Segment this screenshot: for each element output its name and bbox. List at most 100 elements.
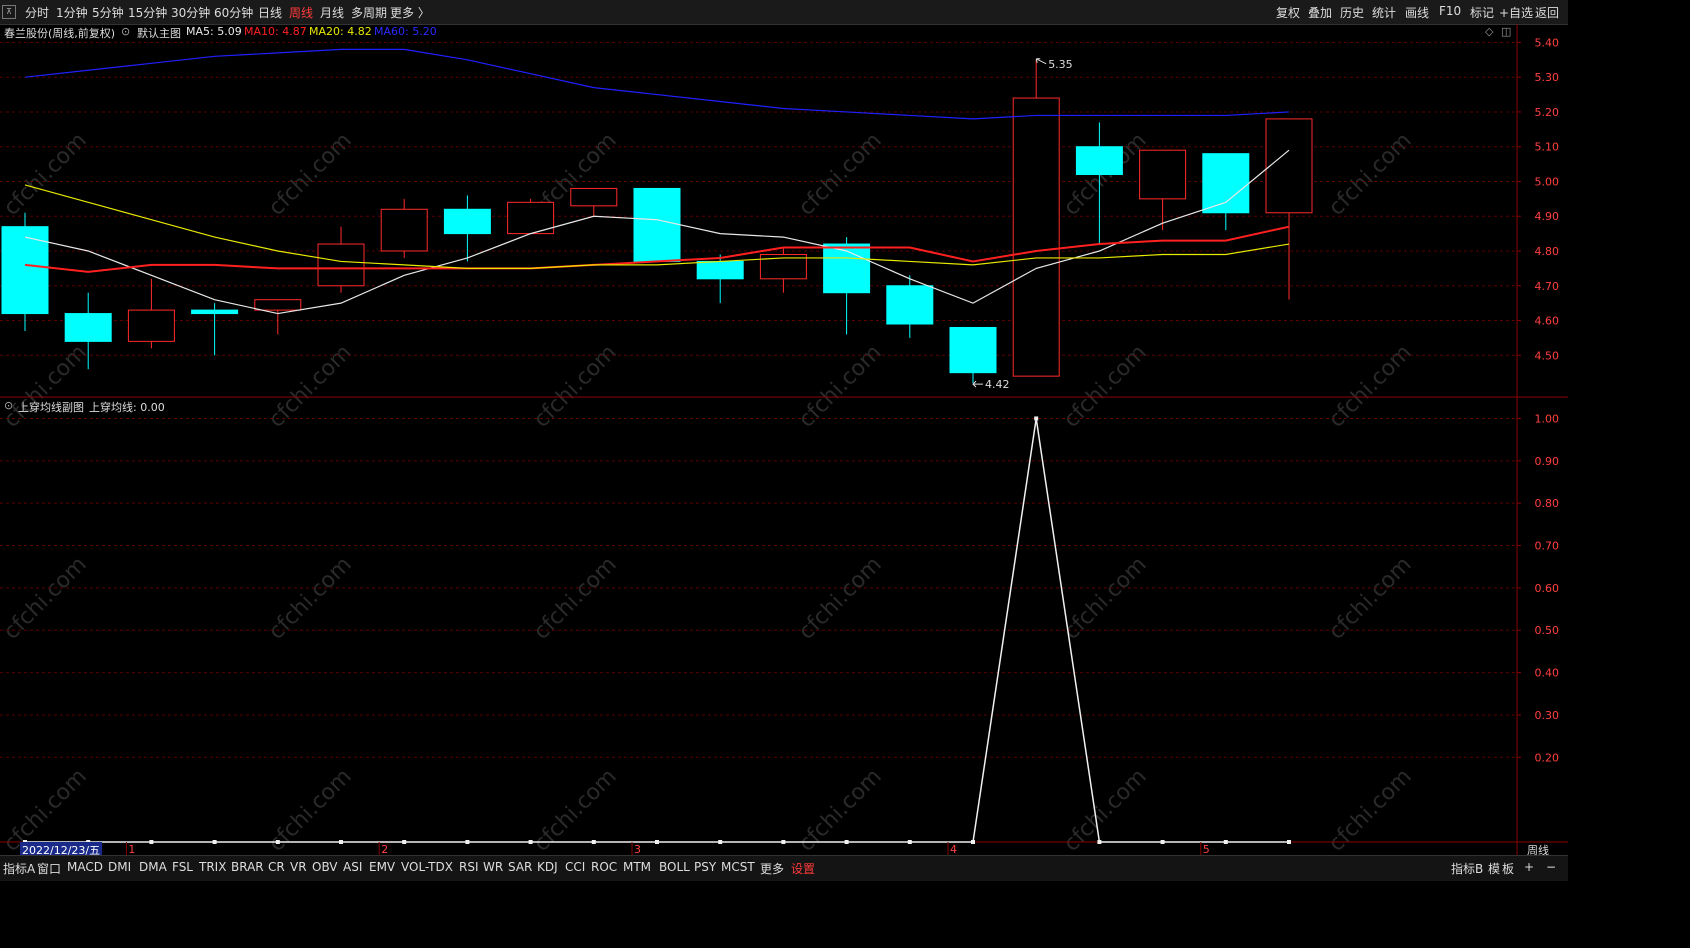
indicator-point bbox=[591, 840, 596, 844]
indicator-tab-0[interactable]: 指标A bbox=[3, 860, 35, 877]
indicator-tab-6[interactable]: TRIX bbox=[199, 860, 226, 874]
indicator-point bbox=[149, 840, 154, 844]
indicator-tick-label: 0.30 bbox=[1535, 709, 1560, 722]
indicator-point bbox=[1160, 840, 1165, 844]
indicator-tab-9[interactable]: VR bbox=[290, 860, 307, 874]
period-tab-10[interactable]: 更多 〉 bbox=[390, 4, 430, 21]
indicator-point bbox=[718, 840, 723, 844]
indicator-tab-14[interactable]: RSI bbox=[459, 860, 479, 874]
price-tick-label: 4.60 bbox=[1535, 315, 1560, 328]
indicator-tick-label: 0.60 bbox=[1535, 582, 1560, 595]
indicator-tab-12[interactable]: EMV bbox=[369, 860, 395, 874]
candle-body bbox=[949, 326, 997, 374]
candle-body bbox=[254, 299, 302, 311]
candle-body bbox=[1139, 149, 1187, 200]
indicator-tab-25[interactable]: 设置 bbox=[791, 860, 815, 877]
indicator-tab-7[interactable]: BRAR bbox=[231, 860, 264, 874]
indicator-point bbox=[275, 840, 280, 844]
indicator-tick-label: 0.70 bbox=[1535, 540, 1560, 553]
low-marker-label: 4.42 bbox=[985, 378, 1010, 391]
indicator-point bbox=[655, 840, 659, 844]
indicator-tab-16[interactable]: SAR bbox=[508, 860, 532, 874]
indicator-tab-1[interactable]: 窗口 bbox=[37, 860, 61, 877]
chart-area: cfchi.com cfchi.com cfchi.com cfchi.com cfch… bbox=[0, 24, 1568, 855]
indicator-tab-11[interactable]: ASI bbox=[343, 860, 362, 874]
indicator-tab-22[interactable]: PSY bbox=[694, 860, 716, 874]
indicator-tab-2[interactable]: MACD bbox=[67, 860, 103, 874]
period-tab-1[interactable]: 1分钟 bbox=[56, 4, 88, 21]
candle-body bbox=[1012, 97, 1060, 377]
indicator-tab-15[interactable]: WR bbox=[483, 860, 503, 874]
period-tab-9[interactable]: 多周期 bbox=[351, 4, 387, 21]
ma10-value: MA10: 4.87 bbox=[244, 25, 307, 38]
bottom-right-control-3[interactable]: + bbox=[1524, 860, 1534, 874]
watermark-text: cfchi.com bbox=[794, 552, 887, 645]
indicator-point bbox=[212, 840, 217, 844]
panel-toggle-icon[interactable]: ◫ bbox=[1501, 25, 1511, 38]
toolbar-button-5[interactable]: F10 bbox=[1439, 4, 1461, 18]
period-tab-4[interactable]: 30分钟 bbox=[171, 4, 210, 21]
indicator-tab-8[interactable]: CR bbox=[268, 860, 285, 874]
price-tick-label: 5.40 bbox=[1535, 36, 1560, 49]
toolbar-button-8[interactable]: 返回 bbox=[1535, 4, 1559, 21]
ma60-value: MA60: 5.20 bbox=[374, 25, 437, 38]
price-tick-label: 4.50 bbox=[1535, 349, 1560, 362]
indicator-tab-4[interactable]: DMA bbox=[139, 860, 167, 874]
toolbar-button-0[interactable]: 复权 bbox=[1276, 4, 1300, 21]
bottom-right-control-2[interactable]: 板 bbox=[1502, 860, 1514, 877]
subchart-settings-icon[interactable]: ⊙ bbox=[4, 399, 13, 412]
ma5-value: MA5: 5.09 bbox=[186, 25, 242, 38]
diamond-icon[interactable]: ◇ bbox=[1485, 25, 1493, 38]
price-tick-label: 4.90 bbox=[1535, 210, 1560, 223]
toolbar-button-2[interactable]: 历史 bbox=[1340, 4, 1364, 21]
period-tab-2[interactable]: 5分钟 bbox=[92, 4, 124, 21]
indicator-point bbox=[907, 840, 912, 844]
indicator-point bbox=[1287, 840, 1291, 844]
indicator-tab-20[interactable]: MTM bbox=[623, 860, 651, 874]
indicator-tab-19[interactable]: ROC bbox=[591, 860, 617, 874]
high-marker-label: 5.35 bbox=[1048, 58, 1073, 71]
indicator-tab-3[interactable]: DMI bbox=[108, 860, 131, 874]
indicator-tab-21[interactable]: BOLL bbox=[659, 860, 690, 874]
price-tick-label: 5.10 bbox=[1535, 141, 1560, 154]
indicator-tab-13[interactable]: VOL-TDX bbox=[401, 860, 453, 874]
subchart-value: 上穿均线: 0.00 bbox=[89, 401, 165, 414]
watermark-text: cfchi.com bbox=[794, 128, 887, 221]
time-axis-label: 3 bbox=[634, 843, 641, 855]
candle-body bbox=[380, 208, 428, 252]
candle-body bbox=[127, 309, 175, 342]
period-tab-6[interactable]: 日线 bbox=[258, 4, 282, 21]
period-tab-3[interactable]: 15分钟 bbox=[128, 4, 167, 21]
toolbar-button-6[interactable]: 标记 bbox=[1470, 4, 1494, 21]
indicator-tab-23[interactable]: MCST bbox=[721, 860, 755, 874]
candle-body bbox=[1265, 118, 1313, 214]
watermark-text: cfchi.com bbox=[1059, 552, 1152, 645]
indicator-point bbox=[1097, 840, 1102, 844]
settings-icon[interactable]: ⊙ bbox=[121, 25, 130, 38]
subchart-title: 上穿均线副图 bbox=[18, 401, 84, 414]
period-tab-0[interactable]: 分时 bbox=[25, 4, 49, 21]
price-tick-label: 4.80 bbox=[1535, 245, 1560, 258]
indicator-point bbox=[1223, 840, 1228, 844]
bottom-right-control-1[interactable]: 模 bbox=[1488, 860, 1500, 877]
bottom-right-control-4[interactable]: − bbox=[1546, 860, 1556, 874]
indicator-point bbox=[528, 840, 533, 844]
period-tab-8[interactable]: 月线 bbox=[320, 4, 344, 21]
toolbar-button-1[interactable]: 叠加 bbox=[1308, 4, 1332, 21]
window-menu-icon[interactable]: ⊼ bbox=[2, 5, 16, 19]
indicator-tab-17[interactable]: KDJ bbox=[537, 860, 558, 874]
indicator-tab-10[interactable]: OBV bbox=[312, 860, 338, 874]
toolbar-button-4[interactable]: 画线 bbox=[1405, 4, 1429, 21]
period-tab-5[interactable]: 60分钟 bbox=[214, 4, 253, 21]
indicator-tick-label: 1.00 bbox=[1535, 412, 1560, 425]
period-toolbar: ⊼ 分时 1分钟 5分钟 15分钟 30分钟 60分钟 日线 周线 月线 多周期 更多 〉 复权 叠加… bbox=[0, 0, 1568, 25]
indicator-point bbox=[402, 840, 407, 844]
candle-body bbox=[443, 208, 491, 235]
indicator-tab-24[interactable]: 更多 bbox=[760, 860, 784, 877]
bottom-right-control-0[interactable]: 指标B bbox=[1451, 860, 1483, 877]
period-tab-7[interactable]: 周线 bbox=[289, 4, 313, 21]
indicator-tab-5[interactable]: FSL bbox=[172, 860, 193, 874]
toolbar-button-7[interactable]: +自选 bbox=[1499, 4, 1533, 21]
toolbar-button-3[interactable]: 统计 bbox=[1372, 4, 1396, 21]
indicator-tab-18[interactable]: CCI bbox=[565, 860, 585, 874]
